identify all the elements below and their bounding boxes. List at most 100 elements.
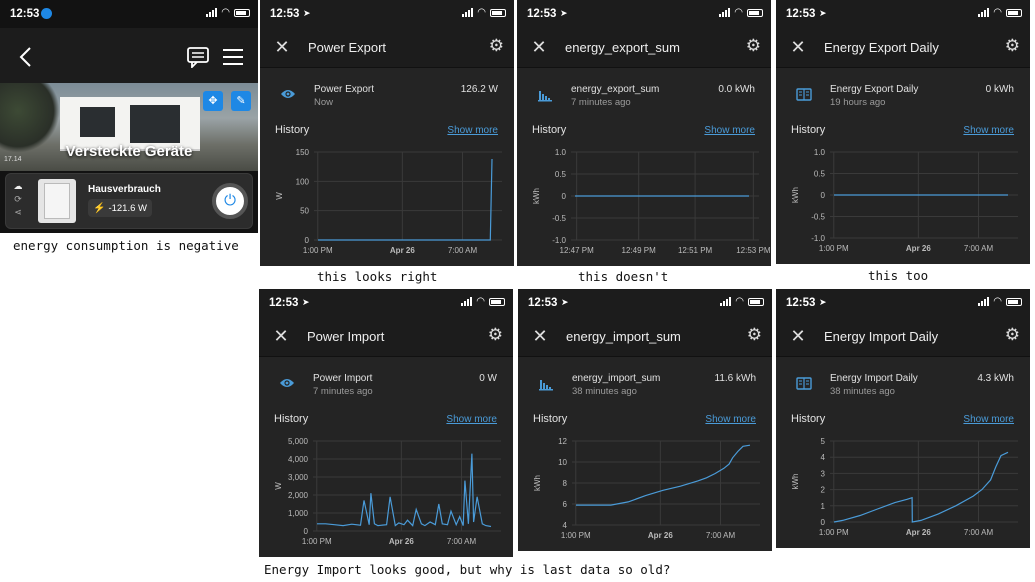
close-icon[interactable]: ✕ <box>788 326 808 347</box>
history-chart: 12 10 8 6 41:00 PM Apr 26 7:00 AM kWh <box>533 437 760 540</box>
dialog-header: ✕ energy_export_sum ⚙ <box>517 28 771 68</box>
location-arrow-icon: ➤ <box>561 297 569 307</box>
series-line <box>576 444 751 506</box>
x-tick-label: 1:00 PM <box>819 528 849 537</box>
status-time: 12:53 <box>269 297 299 309</box>
status-icons: ◠ <box>978 7 1022 18</box>
history-chart: 5,000 4,000 3,000 2,000 1,000 01:00 PM Apr 26 7… <box>274 437 501 546</box>
gear-icon[interactable]: ⚙ <box>1005 325 1020 345</box>
caption-bottom: Energy Import looks good, but why is las… <box>264 562 671 577</box>
y-tick-label: 3,000 <box>288 473 309 482</box>
x-tick-label: 7:00 AM <box>964 528 994 537</box>
cloud-icon: ☁ <box>13 181 23 191</box>
dialog-title: energy_export_sum <box>565 40 680 55</box>
battery-icon <box>1006 297 1022 306</box>
location-arrow-icon: ➤ <box>303 8 311 18</box>
close-icon[interactable]: ✕ <box>530 326 550 347</box>
y-tick-label: 1,000 <box>288 509 309 518</box>
location-arrow-icon: ➤ <box>560 8 568 18</box>
dialog-title: energy_import_sum <box>566 329 681 344</box>
device-card[interactable]: ☁ ⟳ ⋖ Hausverbrauch ⚡ -121.6 W ⏻ <box>5 173 253 229</box>
wifi-icon: ◠ <box>993 7 1002 18</box>
dialog-title: Energy Export Daily <box>824 40 939 55</box>
x-tick-label: Apr 26 <box>390 246 415 255</box>
gear-icon[interactable]: ⚙ <box>488 325 503 345</box>
status-time: 12:53 <box>270 8 300 20</box>
y-axis-label: W <box>274 482 283 490</box>
y-tick-label: 8 <box>563 479 568 488</box>
gear-icon[interactable]: ⚙ <box>746 36 761 56</box>
close-icon[interactable]: ✕ <box>529 37 549 58</box>
dialog-header: ✕ Power Import ⚙ <box>259 317 513 357</box>
close-icon[interactable]: ✕ <box>788 37 808 58</box>
x-tick-label: Apr 26 <box>906 528 931 537</box>
status-icons: ◠ <box>978 297 1022 307</box>
gear-icon[interactable]: ⚙ <box>489 36 504 56</box>
y-tick-label: 50 <box>300 207 309 216</box>
room-hero-image[interactable]: ✥ ✎ Versteckte Geräte 17.14 <box>0 83 258 171</box>
history-dialog: 12:53 ➤ ◠ ✕ Power Import ⚙ Power Import … <box>259 289 513 557</box>
y-tick-label: -1.0 <box>552 236 566 245</box>
location-arrow-icon: ➤ <box>819 8 827 18</box>
close-icon[interactable]: ✕ <box>271 326 291 347</box>
history-chart: 1.0 0.5 0 -0.5 -1.012:47 PM 12:49 PM 12:51 PM 1… <box>532 148 771 255</box>
x-tick-label: 7:00 AM <box>448 246 478 255</box>
dialog-body: energy_import_sum 38 minutes ago 11.6 kW… <box>518 357 772 551</box>
y-tick-label: 0.5 <box>814 170 826 179</box>
caption-app: energy consumption is negative <box>13 238 239 253</box>
chat-icon[interactable] <box>186 46 210 68</box>
edit-button[interactable]: ✎ <box>231 91 251 111</box>
dialog-title: Energy Import Daily <box>824 329 939 344</box>
dialog-header: ✕ Power Export ⚙ <box>260 28 514 68</box>
power-chip: ⚡ -121.6 W <box>88 199 152 217</box>
x-tick-label: Apr 26 <box>389 537 414 546</box>
status-time: 12:53 <box>527 8 557 20</box>
dialog-body: Power Import 7 minutes ago 0 W History S… <box>259 357 513 557</box>
history-dialog: 12:53 ➤ ◠ ✕ energy_import_sum ⚙ energy_i… <box>518 289 772 551</box>
x-tick-label: 12:49 PM <box>622 246 657 255</box>
y-tick-label: 2,000 <box>288 491 309 500</box>
move-button[interactable]: ✥ <box>203 91 223 111</box>
status-icons: ◠ <box>461 296 505 307</box>
back-icon[interactable] <box>18 46 32 68</box>
caption-panel: this doesn't <box>578 269 669 284</box>
x-tick-label: 1:00 PM <box>303 246 333 255</box>
status-time: 12:53 <box>528 297 558 309</box>
signal-icon <box>978 297 990 306</box>
battery-icon <box>747 8 763 17</box>
y-tick-label: 4 <box>563 521 568 530</box>
signal-icon <box>462 8 474 17</box>
device-name: Hausverbrauch <box>88 184 161 195</box>
x-tick-label: 1:00 PM <box>302 537 332 546</box>
power-toggle-button[interactable]: ⏻ <box>212 183 248 219</box>
y-tick-label: -1.0 <box>811 234 825 243</box>
wifi-icon: ◠ <box>477 7 486 18</box>
close-icon[interactable]: ✕ <box>272 37 292 58</box>
status-time: 12:53 <box>786 8 816 20</box>
menu-icon[interactable] <box>222 48 244 66</box>
y-tick-label: 0 <box>821 518 826 527</box>
y-tick-label: 4 <box>821 453 826 462</box>
gear-icon[interactable]: ⚙ <box>747 325 762 345</box>
y-tick-label: 150 <box>296 148 310 157</box>
y-tick-label: -0.5 <box>552 214 566 223</box>
x-tick-label: 1:00 PM <box>561 531 591 540</box>
battery-icon <box>1006 8 1022 17</box>
series-line <box>318 158 493 241</box>
share-icon: ⋖ <box>14 207 22 217</box>
y-tick-label: 2 <box>821 486 826 495</box>
battery-icon <box>489 297 505 306</box>
dialog-header: ✕ energy_import_sum ⚙ <box>518 317 772 357</box>
refresh-icon: ⟳ <box>14 194 22 204</box>
wifi-icon: ◠ <box>476 296 485 307</box>
status-time: 12:53 <box>10 8 40 20</box>
gear-icon[interactable]: ⚙ <box>1005 36 1020 56</box>
battery-icon <box>748 297 764 306</box>
dialog-body: Energy Export Daily 19 hours ago 0 kWh H… <box>776 68 1030 264</box>
signal-icon <box>206 8 218 17</box>
y-axis-label: kWh <box>532 188 541 204</box>
y-tick-label: 5 <box>821 437 826 446</box>
status-icons: ◠ <box>720 296 764 307</box>
status-bar: 12:53 ➤ ◠ <box>776 0 1030 28</box>
wifi-icon: ◠ <box>735 296 744 307</box>
